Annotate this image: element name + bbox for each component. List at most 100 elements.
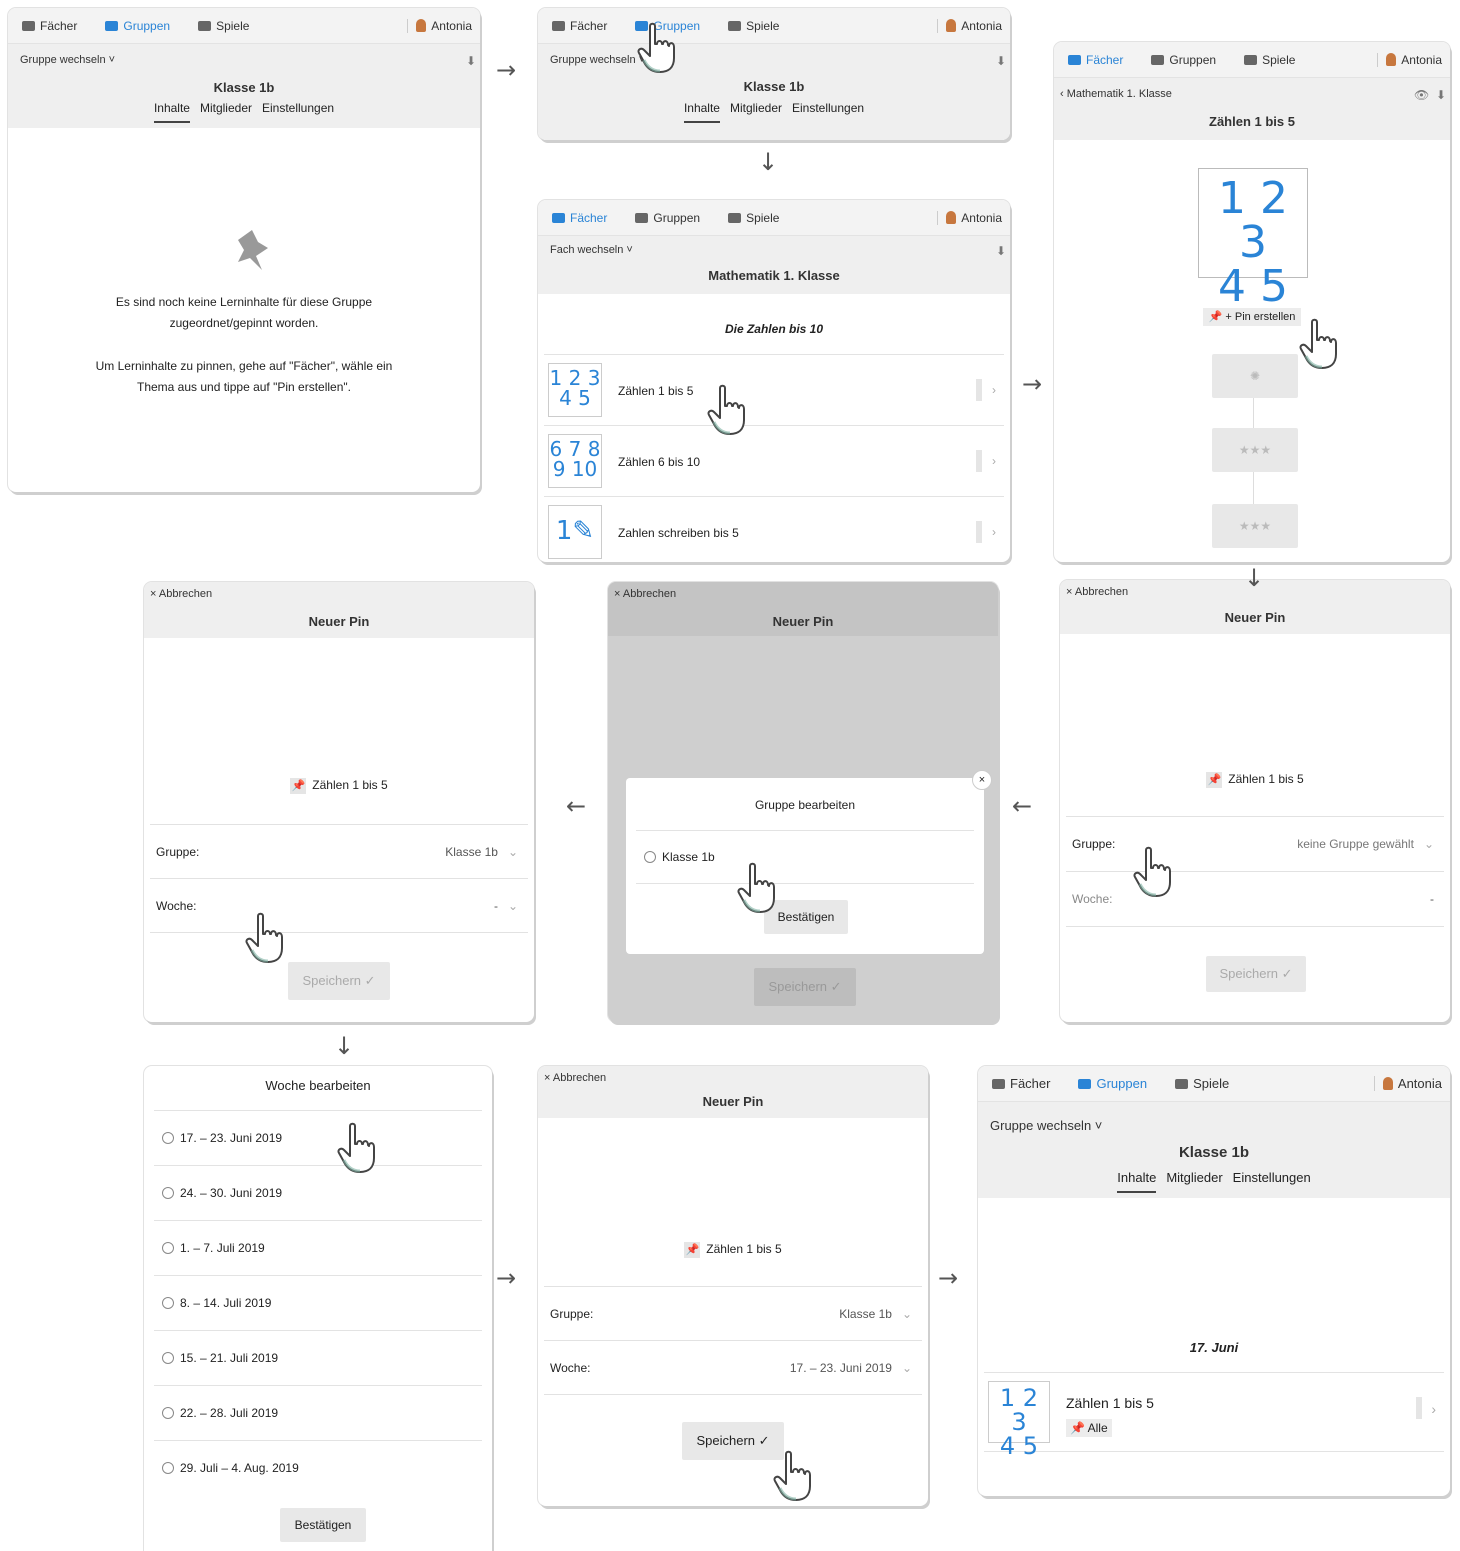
user-menu[interactable]: Antonia bbox=[937, 210, 1010, 225]
chevron-down-icon: ⌄ bbox=[901, 1306, 912, 1321]
nav-faecher[interactable]: Fächer bbox=[552, 211, 607, 225]
panel-newpin-group: × Abbrechen Neuer Pin 📌 Zählen 1 bis 5 Gr… bbox=[144, 582, 534, 1022]
tab-einstellungen[interactable]: Einstellungen bbox=[792, 101, 864, 123]
save-button[interactable]: Speichern ✓ bbox=[288, 962, 390, 1000]
save-button[interactable]: Speichern ✓ bbox=[1206, 956, 1306, 992]
pin-create-button[interactable]: 📌 + Pin erstellen bbox=[1202, 308, 1302, 326]
week-option[interactable]: 22. – 28. Juli 2019 bbox=[154, 1385, 482, 1440]
tab-einstellungen[interactable]: Einstellungen bbox=[262, 101, 334, 123]
cancel-button[interactable]: × Abbrechen bbox=[1066, 586, 1128, 598]
download-icon[interactable]: ⬇ bbox=[996, 54, 1006, 68]
flow-arrow-right: → bbox=[938, 1264, 959, 1292]
nav-spiele[interactable]: Spiele bbox=[198, 19, 249, 33]
pin-icon: 📌 bbox=[1208, 311, 1223, 323]
week-field: Woche: - bbox=[1066, 871, 1444, 925]
cancel-button[interactable]: × Abbrechen bbox=[544, 1072, 606, 1084]
gamepad-icon bbox=[1175, 1078, 1189, 1089]
nav-gruppen[interactable]: Gruppen bbox=[1151, 53, 1216, 67]
group-field[interactable]: Gruppe: Klasse 1b ⌄ bbox=[544, 1286, 922, 1340]
nav-gruppen[interactable]: Gruppen bbox=[635, 211, 700, 225]
week-option[interactable]: 24. – 30. Juni 2019 bbox=[154, 1165, 482, 1220]
group-option[interactable]: Klasse 1b bbox=[636, 830, 974, 884]
tab-mitglieder[interactable]: Mitglieder bbox=[200, 101, 252, 123]
empty-line-3: Um Lerninhalte zu pinnen, gehe auf "Fäch… bbox=[95, 359, 393, 373]
subject-switch[interactable]: Fach wechseln ˅ bbox=[550, 244, 633, 256]
lightbulb-icon[interactable]: ✺ bbox=[1212, 354, 1298, 398]
week-option[interactable]: 1. – 7. Juli 2019 bbox=[154, 1220, 482, 1275]
nav-faecher[interactable]: Fächer bbox=[992, 1076, 1050, 1091]
user-menu[interactable]: Antonia bbox=[407, 18, 480, 33]
save-button[interactable]: Speichern ✓ bbox=[682, 1422, 784, 1460]
gamepad-icon bbox=[728, 20, 742, 31]
gamepad-icon bbox=[1244, 54, 1258, 65]
back-link[interactable]: ‹ Mathematik 1. Klasse bbox=[1060, 88, 1172, 100]
close-icon[interactable]: × bbox=[972, 770, 992, 790]
stars-level[interactable]: ★★★ bbox=[1212, 428, 1298, 472]
tab-inhalte[interactable]: Inhalte bbox=[683, 101, 720, 123]
group-field[interactable]: Gruppe: Klasse 1b ⌄ bbox=[150, 824, 528, 878]
download-icon[interactable]: ⬇ bbox=[1436, 88, 1446, 102]
avatar-icon bbox=[1382, 1077, 1393, 1090]
user-menu[interactable]: Antonia bbox=[937, 18, 1010, 33]
nav-spiele[interactable]: Spiele bbox=[1244, 53, 1295, 67]
week-option[interactable]: 15. – 21. Juli 2019 bbox=[154, 1330, 482, 1385]
tab-mitglieder[interactable]: Mitglieder bbox=[1166, 1170, 1222, 1193]
books-icon bbox=[552, 212, 565, 223]
empty-line-4: Thema aus und tippe auf "Pin erstellen". bbox=[137, 380, 351, 394]
cancel-button[interactable]: × Abbrechen bbox=[150, 588, 212, 600]
item-label: Zählen 6 bis 10 bbox=[618, 455, 701, 469]
nav-faecher[interactable]: Fächer bbox=[1068, 53, 1123, 67]
dialog-title: Neuer Pin bbox=[772, 614, 834, 629]
page-title: Klasse 1b bbox=[213, 80, 275, 95]
nav-gruppen[interactable]: Gruppen bbox=[1078, 1076, 1147, 1091]
nav-spiele[interactable]: Spiele bbox=[1175, 1076, 1229, 1091]
nav-faecher[interactable]: Fächer bbox=[22, 19, 77, 33]
confirm-button[interactable]: Bestätigen bbox=[280, 1508, 366, 1542]
radio-icon bbox=[162, 1242, 174, 1254]
list-item[interactable]: 1 2 34 5 Zählen 1 bis 5 › bbox=[544, 354, 1004, 424]
download-icon[interactable]: ⬇ bbox=[996, 244, 1006, 258]
group-switch[interactable]: Gruppe wechseln ˅ bbox=[20, 54, 115, 66]
topic-title: Zählen 1 bis 5 bbox=[1209, 114, 1295, 129]
group-switch[interactable]: Gruppe wechseln ˅ bbox=[550, 54, 645, 66]
radio-icon bbox=[162, 1407, 174, 1419]
week-field[interactable]: Woche: - ⌄ bbox=[150, 878, 528, 932]
nav-faecher[interactable]: Fächer bbox=[552, 19, 607, 33]
user-menu[interactable]: Antonia bbox=[1377, 52, 1450, 67]
tab-inhalte[interactable]: Inhalte bbox=[153, 101, 190, 123]
week-option[interactable]: 8. – 14. Juli 2019 bbox=[154, 1275, 482, 1330]
pin-icon: 📌 bbox=[1070, 1421, 1085, 1435]
week-field[interactable]: Woche: 17. – 23. Juni 2019 ⌄ bbox=[544, 1340, 922, 1394]
save-button[interactable]: Speichern ✓ bbox=[754, 968, 856, 1006]
user-menu[interactable]: Antonia bbox=[1373, 1076, 1450, 1091]
list-item[interactable]: 1✎ Zahlen schreiben bis 5 › bbox=[544, 496, 1004, 562]
week-option[interactable]: 17. – 23. Juni 2019 bbox=[154, 1110, 482, 1165]
top-nav: Fächer Gruppen Spiele Antonia bbox=[8, 8, 480, 44]
dialog-title: Neuer Pin bbox=[702, 1094, 764, 1109]
nav-spiele[interactable]: Spiele bbox=[728, 211, 779, 225]
week-option[interactable]: 29. Juli – 4. Aug. 2019 bbox=[154, 1440, 482, 1495]
panel-subject: Fächer Gruppen Spiele Antonia Fach wechs… bbox=[538, 200, 1010, 562]
download-icon[interactable]: ⬇ bbox=[466, 54, 476, 68]
cancel-button[interactable]: × Abbrechen bbox=[614, 588, 676, 600]
stars-level[interactable]: ★★★ bbox=[1212, 504, 1298, 548]
gamepad-icon bbox=[198, 20, 212, 31]
group-switch[interactable]: Gruppe wechseln ˅ bbox=[990, 1118, 1102, 1133]
radio-icon bbox=[162, 1352, 174, 1364]
avatar-icon bbox=[946, 211, 957, 224]
chevron-down-icon: ⌄ bbox=[901, 1360, 912, 1375]
group-field[interactable]: Gruppe: keine Gruppe gewählt ⌄ bbox=[1066, 816, 1444, 870]
pinned-item[interactable]: 1 2 34 5 Zählen 1 bis 5 📌 Alle › bbox=[984, 1372, 1444, 1458]
nav-spiele[interactable]: Spiele bbox=[728, 19, 779, 33]
tab-inhalte[interactable]: Inhalte bbox=[1117, 1170, 1157, 1193]
pointer-hand-icon bbox=[706, 384, 746, 436]
tab-mitglieder[interactable]: Mitglieder bbox=[730, 101, 782, 123]
week-dialog-title: Woche bearbeiten bbox=[265, 1078, 371, 1093]
section-title: Die Zahlen bis 10 bbox=[724, 322, 824, 336]
list-item[interactable]: 6 7 89 10 Zählen 6 bis 10 › bbox=[544, 425, 1004, 495]
tab-einstellungen[interactable]: Einstellungen bbox=[1233, 1170, 1311, 1193]
eye-icon[interactable]: 👁 bbox=[1414, 88, 1429, 102]
group-icon bbox=[105, 20, 119, 31]
nav-gruppen[interactable]: Gruppen bbox=[105, 19, 170, 33]
radio-icon bbox=[162, 1297, 174, 1309]
